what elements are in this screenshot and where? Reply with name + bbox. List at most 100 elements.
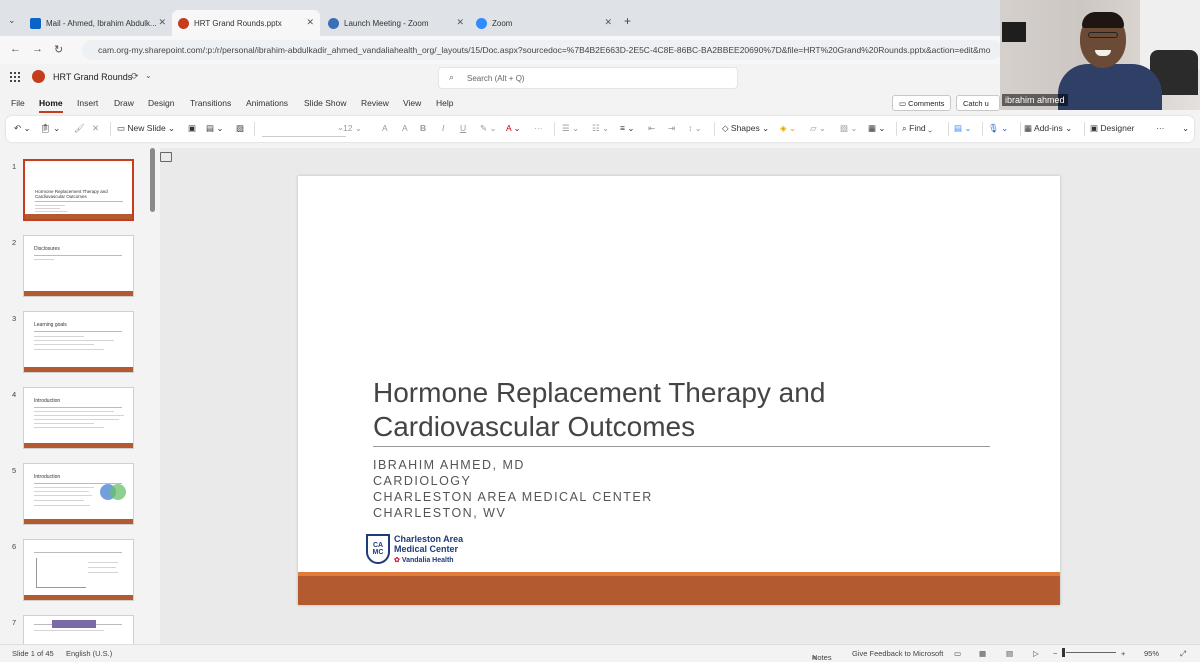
normal-view-icon[interactable]: ▭ — [954, 649, 961, 658]
close-tab-icon[interactable]: ✕ — [456, 17, 464, 28]
zoom-in-icon[interactable]: + — [1121, 649, 1125, 658]
underline-icon[interactable]: U — [460, 123, 466, 133]
slide-thumbnail-4[interactable]: Introduction — [23, 387, 134, 449]
close-tab-icon[interactable]: ✕ — [306, 17, 314, 28]
tab-mail[interactable]: Mail - Ahmed, Ibrahim Abdulk... ✕ — [24, 10, 172, 36]
shape-fill-icon[interactable]: ◈ ⌄ — [780, 123, 796, 134]
fit-to-window-icon[interactable]: ⤢ — [1180, 649, 1186, 659]
align-icon[interactable]: ≡ ⌄ — [620, 123, 634, 134]
tab-hrt-pptx[interactable]: HRT Grand Rounds.pptx ✕ — [172, 10, 320, 36]
more-options-icon[interactable]: ··· — [1156, 123, 1165, 133]
search-input[interactable]: ⌕ Search (Alt + Q) — [438, 67, 738, 89]
menu-home[interactable]: Home — [39, 98, 63, 113]
slide-thumbnail-3[interactable]: Learning goals — [23, 311, 134, 373]
numbering-icon[interactable]: ☷ ⌄ — [592, 123, 609, 134]
menu-slide-show[interactable]: Slide Show — [304, 98, 347, 108]
app-launcher-icon[interactable] — [10, 72, 20, 82]
layout-icon[interactable]: ▤ ⌄ — [206, 123, 224, 134]
paste-icon[interactable]: 📋︎ ⌄ — [40, 123, 60, 134]
slide-thumbnails-pane: 1 Hormone Replacement Therapy and Cardio… — [0, 148, 160, 644]
format-painter-icon[interactable]: 🖌︎ — [74, 123, 85, 134]
slide-thumbnail-1[interactable]: Hormone Replacement Therapy and Cardiova… — [23, 159, 134, 221]
thumbnail-number: 3 — [12, 314, 17, 323]
thumbnail-scrollbar[interactable] — [150, 148, 155, 212]
tab-launch-meeting[interactable]: Launch Meeting - Zoom ✕ — [322, 10, 470, 36]
zoom-out-icon[interactable]: − — [1053, 649, 1057, 658]
tab-label: Zoom — [492, 18, 513, 28]
shapes-button[interactable]: ◇ Shapes ⌄ — [722, 123, 769, 134]
slide-thumbnail-7[interactable] — [23, 615, 134, 644]
feedback-link[interactable]: Give Feedback to Microsoft — [852, 649, 943, 658]
menu-animations[interactable]: Animations — [246, 98, 288, 108]
arrange-icon[interactable]: ▦ ⌄ — [868, 123, 886, 134]
shape-effects-icon[interactable]: ▧ ⌄ — [840, 123, 858, 134]
menu-review[interactable]: Review — [361, 98, 389, 108]
menu-file[interactable]: File — [11, 98, 25, 108]
find-button[interactable]: ⌕ Find ⌄ — [902, 123, 932, 134]
font-size-dropdown[interactable]: 12 ⌄ — [343, 123, 362, 134]
reload-icon[interactable]: ↻ — [54, 43, 63, 56]
slide-thumbnail-2[interactable]: Disclosures — [23, 235, 134, 297]
zoom-slider-track[interactable] — [1066, 652, 1116, 653]
decrease-font-icon[interactable]: A — [402, 123, 408, 133]
bullets-icon[interactable]: ☰ ⌄ — [562, 123, 579, 134]
shape-outline-icon[interactable]: ▱ ⌄ — [810, 123, 826, 134]
line-spacing-icon[interactable]: ↕ ⌄ — [688, 123, 702, 134]
tab-zoom[interactable]: Zoom ✕ — [470, 10, 618, 36]
back-icon[interactable]: ← — [10, 43, 21, 55]
italic-icon[interactable]: I — [442, 123, 444, 133]
current-slide[interactable]: Hormone Replacement Therapy and Cardiova… — [298, 176, 1060, 605]
undo-icon[interactable]: ↶ ⌄ — [14, 123, 31, 134]
slide-title[interactable]: Hormone Replacement Therapy and Cardiova… — [373, 376, 993, 444]
editor-icon[interactable]: ▤ ⌄ — [954, 123, 972, 134]
institution: CHARLESTON AREA MEDICAL CENTER — [373, 490, 653, 504]
delete-icon[interactable]: ✕ — [92, 123, 99, 134]
language[interactable]: English (U.S.) — [66, 649, 112, 658]
thumbnail-chart — [36, 558, 86, 588]
ribbon-collapse-icon[interactable]: ⌄ — [1182, 123, 1189, 134]
slide-sorter-icon[interactable]: ▦ — [979, 649, 986, 658]
new-tab-button[interactable]: + — [624, 14, 631, 28]
slideshow-icon[interactable]: ▷ — [1033, 649, 1039, 658]
toggle-thumbnails-icon[interactable] — [160, 152, 172, 162]
decrease-indent-icon[interactable]: ⇤ — [648, 123, 655, 134]
reuse-slides-icon[interactable]: ▣ — [188, 123, 196, 134]
zoom-slider-handle[interactable] — [1062, 648, 1065, 657]
increase-indent-icon[interactable]: ⇥ — [668, 123, 675, 134]
menu-design[interactable]: Design — [148, 98, 174, 108]
slide-thumbnail-6[interactable] — [23, 539, 134, 601]
zoom-video-tile[interactable]: ibrahim ahmed — [1000, 0, 1200, 110]
designer-icon: ▣ — [1090, 123, 1101, 133]
close-tab-icon[interactable]: ✕ — [158, 17, 166, 28]
font-color-icon[interactable]: A ⌄ — [506, 123, 521, 134]
more-font-icon[interactable]: ··· — [534, 123, 543, 133]
slide-thumbnail-5[interactable]: Introduction — [23, 463, 134, 525]
forward-icon[interactable]: → — [32, 43, 43, 55]
catch-up-button[interactable]: Catch u — [956, 95, 1000, 111]
document-title[interactable]: HRT Grand Rounds — [53, 72, 132, 82]
menu-view[interactable]: View — [403, 98, 421, 108]
reading-view-icon[interactable]: ▤ — [1006, 649, 1013, 658]
menu-draw[interactable]: Draw — [114, 98, 134, 108]
bold-icon[interactable]: B — [420, 123, 426, 133]
vandalia-mark-icon: ✿ — [394, 557, 400, 564]
thumbnail-number: 2 — [12, 238, 17, 247]
url-field[interactable]: cam.org-my.sharepoint.com/:p:/r/personal… — [82, 40, 1002, 60]
designer-button[interactable]: ▣ Designer — [1090, 123, 1134, 134]
tab-label: Mail - Ahmed, Ibrahim Abdulk... — [46, 18, 157, 28]
add-ins-button[interactable]: ▦ Add-ins ⌄ — [1024, 123, 1072, 134]
chevron-down-icon[interactable]: ⌄ — [145, 71, 152, 80]
tab-list-chevron-icon[interactable]: ⌄ — [8, 15, 16, 26]
menu-help[interactable]: Help — [436, 98, 453, 108]
dictate-icon[interactable]: 🎙︎ ⌄ — [988, 123, 1008, 134]
highlight-icon[interactable]: ✎ ⌄ — [480, 123, 497, 134]
new-slide-button[interactable]: ▭ New Slide ⌄ — [117, 123, 175, 134]
increase-font-icon[interactable]: A — [382, 123, 388, 133]
comments-button[interactable]: ▭ Comments — [892, 95, 952, 111]
font-family-dropdown[interactable]: ⌄ — [262, 121, 346, 137]
picture-icon[interactable]: ▨ — [236, 123, 244, 134]
zoom-level[interactable]: 95% — [1144, 649, 1159, 658]
close-tab-icon[interactable]: ✕ — [604, 17, 612, 28]
menu-transitions[interactable]: Transitions — [190, 98, 231, 108]
menu-insert[interactable]: Insert — [77, 98, 98, 108]
